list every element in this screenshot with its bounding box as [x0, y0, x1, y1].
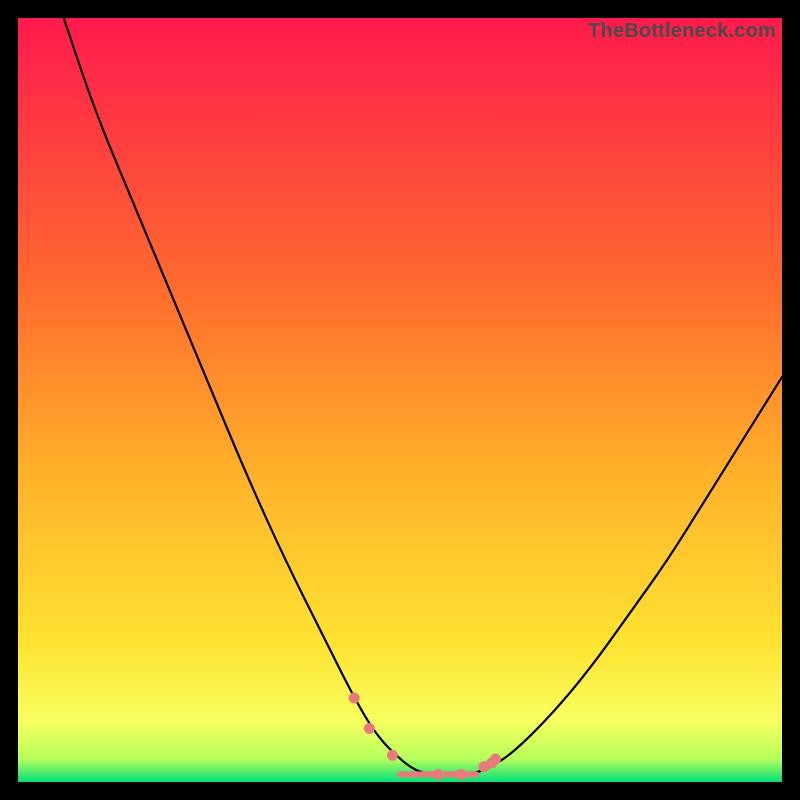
marker-dot: [364, 723, 375, 734]
outer-frame: TheBottleneck.com: [0, 0, 800, 800]
marker-dot: [349, 693, 360, 704]
watermark-text: TheBottleneck.com: [588, 20, 776, 43]
bottleneck-curve: [18, 18, 782, 782]
marker-dot: [490, 754, 501, 765]
marker-dot: [456, 769, 467, 780]
marker-dot: [433, 769, 444, 780]
plot-area: TheBottleneck.com: [18, 18, 782, 782]
marker-dot: [387, 750, 398, 761]
